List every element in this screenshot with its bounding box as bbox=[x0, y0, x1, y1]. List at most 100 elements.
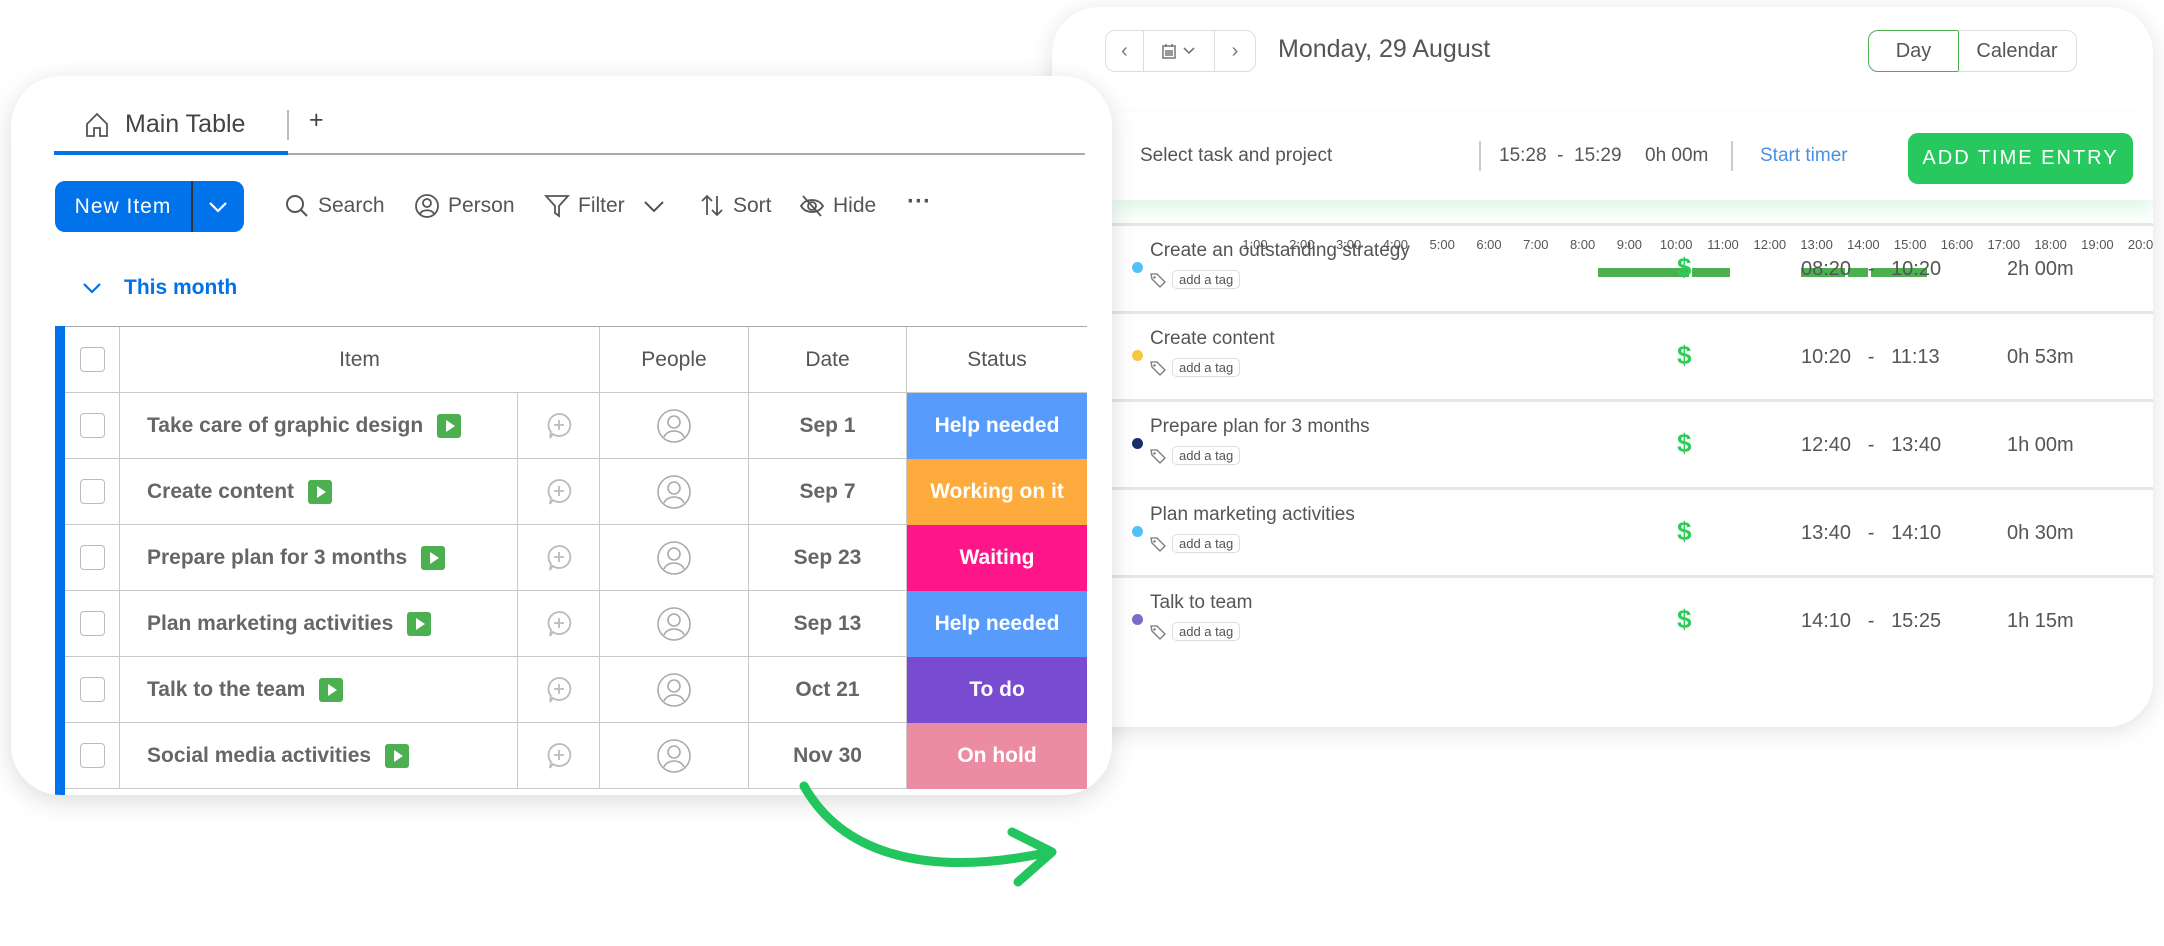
row-checkbox[interactable] bbox=[79, 677, 105, 702]
entry-end[interactable]: 10:20 bbox=[1891, 258, 1941, 280]
billable-icon[interactable]: $ bbox=[1677, 252, 1691, 283]
entry-time-range[interactable]: 13:40 - 14:10 bbox=[1801, 522, 1941, 545]
date-cell[interactable]: Sep 1 bbox=[749, 393, 907, 459]
group-this-month[interactable]: This month bbox=[82, 276, 237, 300]
add-tag-button[interactable]: add a tag bbox=[1172, 534, 1241, 553]
column-header-date[interactable]: Date bbox=[749, 327, 907, 393]
view-day-toggle[interactable]: Day bbox=[1868, 30, 1959, 72]
date-cell[interactable]: Oct 21 bbox=[749, 657, 907, 723]
item-name[interactable]: Plan marketing activities bbox=[147, 612, 393, 636]
entry-title[interactable]: Talk to team bbox=[1150, 592, 1252, 614]
item-name[interactable]: Talk to the team bbox=[147, 678, 305, 702]
entry-start[interactable]: 12:40 bbox=[1801, 434, 1851, 456]
entry-title[interactable]: Create content bbox=[1150, 328, 1275, 350]
entry-title[interactable]: Prepare plan for 3 months bbox=[1150, 416, 1370, 438]
play-icon[interactable] bbox=[407, 611, 432, 636]
new-item-dropdown[interactable] bbox=[193, 181, 245, 232]
next-day-button[interactable]: › bbox=[1214, 30, 1256, 72]
people-cell[interactable] bbox=[600, 723, 749, 789]
row-checkbox[interactable] bbox=[79, 545, 105, 570]
filter-button[interactable]: Filter bbox=[544, 188, 667, 224]
status-badge[interactable]: Waiting bbox=[907, 525, 1087, 591]
time-entry-row[interactable]: Create an outstanding strategy add a tag… bbox=[1112, 223, 2153, 311]
play-icon[interactable] bbox=[421, 545, 446, 570]
people-cell[interactable] bbox=[600, 393, 749, 459]
status-badge[interactable]: Help needed bbox=[907, 393, 1087, 459]
status-badge[interactable]: Help needed bbox=[907, 591, 1087, 657]
person-filter-button[interactable]: Person bbox=[414, 188, 515, 224]
date-cell[interactable]: Sep 23 bbox=[749, 525, 907, 591]
people-cell[interactable] bbox=[600, 525, 749, 591]
play-icon[interactable] bbox=[308, 479, 333, 504]
sort-button[interactable]: Sort bbox=[699, 188, 772, 224]
add-tag-button[interactable]: add a tag bbox=[1172, 446, 1241, 465]
entry-start[interactable]: 13:40 bbox=[1801, 522, 1851, 544]
entry-start[interactable]: 08:20 bbox=[1801, 258, 1851, 280]
entry-start[interactable]: 10:20 bbox=[1801, 346, 1851, 368]
row-checkbox[interactable] bbox=[79, 743, 105, 768]
add-time-entry-button[interactable]: ADD TIME ENTRY bbox=[1908, 133, 2133, 184]
people-cell[interactable] bbox=[600, 657, 749, 723]
status-badge[interactable]: Working on it bbox=[907, 459, 1087, 525]
item-cell[interactable]: Take care of graphic design bbox=[120, 393, 518, 459]
entry-start[interactable]: 14:10 bbox=[1801, 610, 1851, 632]
item-cell[interactable]: Talk to the team bbox=[120, 657, 518, 723]
view-calendar-toggle[interactable]: Calendar bbox=[1958, 30, 2077, 72]
entry-time-range[interactable]: 15:28 - 15:29 bbox=[1499, 145, 1622, 167]
add-update-cell[interactable] bbox=[518, 723, 600, 789]
entry-title[interactable]: Plan marketing activities bbox=[1150, 504, 1355, 526]
time-entry-row[interactable]: Prepare plan for 3 months add a tag $ 12… bbox=[1112, 399, 2153, 487]
select-all-checkbox[interactable] bbox=[79, 347, 105, 372]
entry-end[interactable]: 15:25 bbox=[1891, 610, 1941, 632]
item-cell[interactable]: Plan marketing activities bbox=[120, 591, 518, 657]
play-icon[interactable] bbox=[385, 743, 410, 768]
add-update-cell[interactable] bbox=[518, 525, 600, 591]
item-cell[interactable]: Prepare plan for 3 months bbox=[120, 525, 518, 591]
time-entry-row[interactable]: Create content add a tag $ 10:20 - 11:13… bbox=[1112, 311, 2153, 399]
add-update-cell[interactable] bbox=[518, 591, 600, 657]
start-timer-link[interactable]: Start timer bbox=[1760, 145, 1848, 167]
add-tag-button[interactable]: add a tag bbox=[1172, 270, 1241, 289]
status-badge[interactable]: To do bbox=[907, 657, 1087, 723]
entry-title[interactable]: Create an outstanding strategy bbox=[1150, 240, 1410, 262]
entry-end[interactable]: 13:40 bbox=[1891, 434, 1941, 456]
entry-end[interactable]: 11:13 bbox=[1891, 346, 1940, 368]
billable-icon[interactable]: $ bbox=[1677, 428, 1691, 459]
add-tag-button[interactable]: add a tag bbox=[1172, 358, 1241, 377]
people-cell[interactable] bbox=[600, 591, 749, 657]
column-header-people[interactable]: People bbox=[600, 327, 749, 393]
more-options-button[interactable]: ··· bbox=[907, 184, 931, 220]
entry-end[interactable]: 14:10 bbox=[1891, 522, 1941, 544]
entry-start-time[interactable]: 15:28 bbox=[1499, 145, 1547, 166]
item-name[interactable]: Social media activities bbox=[147, 744, 371, 768]
prev-day-button[interactable]: ‹ bbox=[1105, 30, 1144, 72]
date-picker-button[interactable] bbox=[1143, 30, 1215, 72]
time-entry-row[interactable]: Talk to team add a tag $ 14:10 - 15:25 1… bbox=[1112, 575, 2153, 663]
item-name[interactable]: Create content bbox=[147, 480, 294, 504]
date-cell[interactable]: Sep 13 bbox=[749, 591, 907, 657]
item-cell[interactable]: Social media activities bbox=[120, 723, 518, 789]
column-header-status[interactable]: Status bbox=[907, 327, 1087, 393]
billable-icon[interactable]: $ bbox=[1677, 516, 1691, 547]
play-icon[interactable] bbox=[319, 677, 344, 702]
new-item-button[interactable]: New Item bbox=[55, 181, 191, 232]
entry-time-range[interactable]: 12:40 - 13:40 bbox=[1801, 434, 1941, 457]
row-checkbox[interactable] bbox=[79, 413, 105, 438]
date-cell[interactable]: Sep 7 bbox=[749, 459, 907, 525]
column-header-item[interactable]: Item bbox=[120, 327, 600, 393]
billable-icon[interactable]: $ bbox=[1677, 340, 1691, 371]
entry-time-range[interactable]: 08:20 - 10:20 bbox=[1801, 258, 1941, 281]
row-checkbox[interactable] bbox=[79, 479, 105, 504]
item-cell[interactable]: Create content bbox=[120, 459, 518, 525]
play-icon[interactable] bbox=[437, 413, 462, 438]
billable-icon[interactable]: $ bbox=[1677, 604, 1691, 635]
add-update-cell[interactable] bbox=[518, 657, 600, 723]
entry-end-time[interactable]: 15:29 bbox=[1574, 145, 1622, 166]
task-project-select[interactable]: Select task and project bbox=[1140, 145, 1332, 167]
entry-time-range[interactable]: 10:20 - 11:13 bbox=[1801, 346, 1940, 369]
time-entry-row[interactable]: Plan marketing activities add a tag $ 13… bbox=[1112, 487, 2153, 575]
add-tag-button[interactable]: add a tag bbox=[1172, 622, 1241, 641]
item-name[interactable]: Take care of graphic design bbox=[147, 414, 423, 438]
search-button[interactable]: Search bbox=[284, 188, 385, 224]
add-tab-button[interactable]: + bbox=[309, 106, 324, 135]
